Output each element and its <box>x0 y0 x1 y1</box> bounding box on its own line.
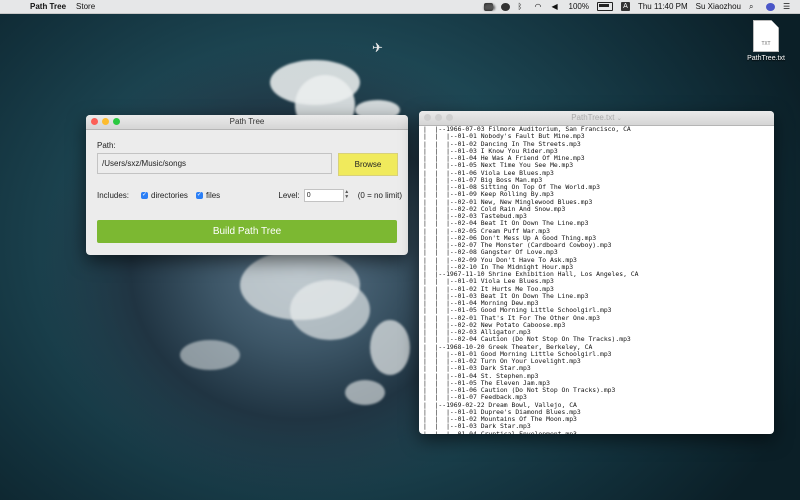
battery-percent[interactable]: 100% <box>569 2 589 11</box>
options-row: Includes: ✓ directories ✓ files Level: 0… <box>97 189 402 202</box>
level-hint: (0 = no limit) <box>357 191 402 200</box>
cloud-decoration <box>180 340 240 370</box>
path-input[interactable]: /Users/sxz/Music/songs <box>97 153 332 174</box>
level-stepper[interactable]: ▲ ▼ <box>344 190 350 201</box>
volume-icon[interactable]: ◀ <box>552 2 561 11</box>
close-button[interactable] <box>424 114 431 121</box>
window-title: Path Tree <box>229 117 265 126</box>
directories-checkbox[interactable]: ✓ <box>141 192 149 199</box>
airplane-icon: ✈ <box>372 40 383 55</box>
text-editor-window: PathTree.txt ⌄ | |--1966-07-03 Filmore A… <box>419 111 774 434</box>
minimize-button[interactable] <box>102 118 109 125</box>
close-button[interactable] <box>91 118 98 125</box>
cloud-icon[interactable] <box>483 3 495 10</box>
menu-bar: Path Tree Store ᛒ ◠ ◀ 100% A Thu 11:40 P… <box>0 0 800 14</box>
siri-icon[interactable] <box>766 2 775 11</box>
path-tree-window: Path Tree Path: /Users/sxz/Music/songs B… <box>86 115 408 255</box>
build-path-tree-button[interactable]: Build Path Tree <box>97 220 397 243</box>
desktop-file[interactable]: TXT PathTree.txt <box>736 20 796 62</box>
window-titlebar[interactable]: PathTree.txt ⌄ <box>419 111 774 126</box>
path-label: Path: <box>97 141 116 150</box>
zoom-button[interactable] <box>113 118 120 125</box>
window-title: PathTree.txt <box>571 113 615 122</box>
notification-center-icon[interactable]: ☰ <box>783 2 792 11</box>
menu-store[interactable]: Store <box>76 2 95 11</box>
files-checkbox[interactable]: ✓ <box>195 192 203 199</box>
zoom-button[interactable] <box>446 114 453 121</box>
level-value: 0 <box>306 192 311 199</box>
level-label: Level: <box>278 191 300 200</box>
window-titlebar[interactable]: Path Tree <box>86 115 408 130</box>
menubar-user[interactable]: Su Xiaozhou <box>696 2 741 11</box>
battery-icon[interactable] <box>596 2 613 11</box>
desktop-file-label: PathTree.txt <box>747 55 785 62</box>
level-input[interactable]: 0 ▲ ▼ <box>303 189 349 202</box>
chevron-down-icon[interactable]: ⌄ <box>617 116 622 122</box>
text-file-icon: TXT <box>753 20 779 52</box>
includes-label: Includes: <box>97 191 130 200</box>
menu-app-name[interactable]: Path Tree <box>30 2 66 11</box>
menubar-clock[interactable]: Thu 11:40 PM <box>638 2 688 11</box>
browse-button[interactable]: Browse <box>338 153 398 176</box>
input-source-icon[interactable]: A <box>620 2 630 11</box>
cloud-decoration <box>370 320 410 375</box>
wifi-icon[interactable]: ◠ <box>535 2 544 11</box>
status-area: ᛒ ◠ ◀ 100% A Thu 11:40 PM Su Xiaozhou ⌕ … <box>483 2 800 11</box>
minimize-button[interactable] <box>435 114 442 121</box>
cloud-decoration <box>290 280 370 340</box>
cloud-decoration <box>345 380 385 405</box>
bluetooth-icon[interactable]: ᛒ <box>518 2 527 11</box>
text-line: | | |--01-04 Cryptical Envelopment.mp3 <box>423 429 577 434</box>
spotlight-icon[interactable]: ⌕ <box>749 2 758 11</box>
sync-icon[interactable] <box>500 2 510 11</box>
directories-label[interactable]: directories <box>151 191 188 200</box>
files-label[interactable]: files <box>206 191 220 200</box>
file-tree-text[interactable]: | |--1966-07-03 Filmore Auditorium, San … <box>423 126 772 434</box>
